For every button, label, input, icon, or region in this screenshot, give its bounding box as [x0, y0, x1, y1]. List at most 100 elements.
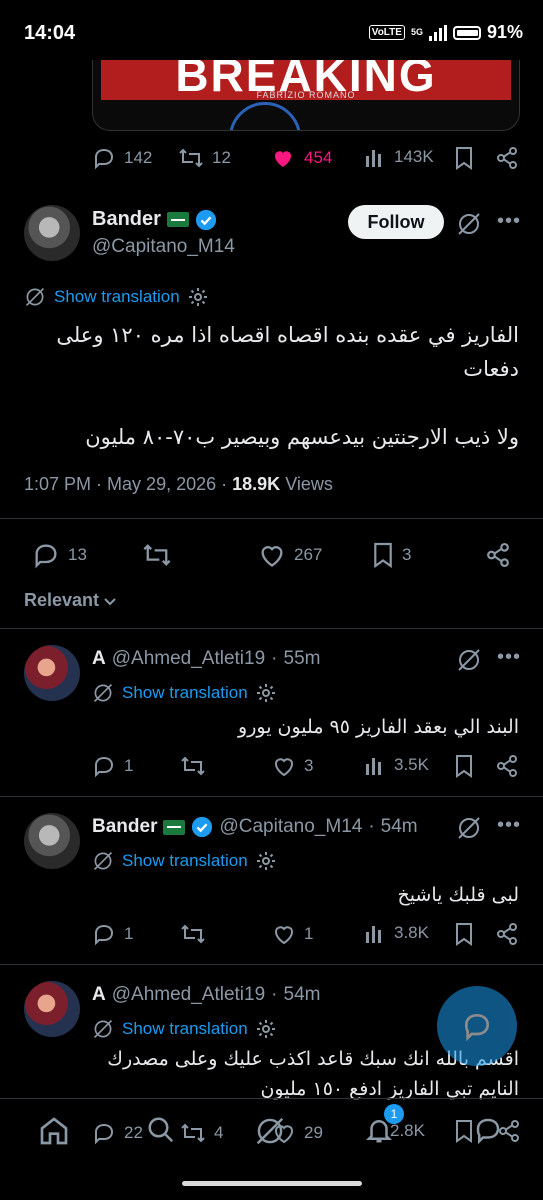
like-count: 454	[304, 148, 333, 167]
avatar[interactable]	[24, 205, 80, 261]
gear-icon[interactable]	[188, 287, 208, 307]
views-button[interactable]: 143K	[364, 146, 434, 168]
reply-count: 1	[124, 924, 134, 943]
show-translation-link[interactable]: Show translation	[122, 1019, 248, 1039]
views-button[interactable]: 3.8K	[364, 922, 429, 944]
reply-icon	[95, 756, 114, 778]
reply-count: 13	[68, 545, 87, 564]
repost-button[interactable]: 4	[180, 1121, 223, 1145]
more-options-icon[interactable]: •••	[497, 814, 521, 837]
bookmark-button[interactable]	[454, 146, 474, 170]
signal-icon	[428, 24, 447, 41]
views-count: 2.8K	[390, 1121, 425, 1140]
views-count: 143K	[394, 147, 434, 166]
tweet-views-count: 18.9K	[232, 474, 281, 494]
reply-button[interactable]: 1	[92, 922, 133, 946]
sort-dropdown[interactable]: Relevant	[24, 590, 117, 611]
show-translation-row[interactable]: Show translation	[92, 850, 276, 872]
show-translation-link[interactable]: Show translation	[122, 851, 248, 871]
like-button[interactable]: 454	[270, 146, 332, 170]
follow-button[interactable]: Follow	[348, 205, 444, 239]
share-button[interactable]	[496, 922, 518, 946]
compose-reply-button[interactable]	[437, 986, 517, 1066]
avatar[interactable]	[24, 813, 80, 869]
saudi-flag-icon	[163, 819, 186, 835]
tweet-text-line: دفعات	[463, 357, 519, 381]
more-options-icon[interactable]: •••	[497, 210, 521, 233]
status-bar: 14:04 VoLTE 5G 91%	[0, 0, 543, 60]
reply-button[interactable]: 1	[92, 754, 133, 778]
like-count: 3	[304, 756, 314, 775]
gear-icon[interactable]	[256, 851, 276, 871]
bookmark-icon[interactable]	[454, 1119, 474, 1143]
repost-icon	[179, 148, 203, 168]
share-button[interactable]	[496, 754, 518, 778]
reply-button[interactable]: 142	[92, 146, 152, 170]
home-indicator[interactable]	[182, 1181, 362, 1186]
gear-icon[interactable]	[256, 1019, 276, 1039]
bookmark-button[interactable]: 3	[372, 541, 411, 569]
reply-author[interactable]: A @Ahmed_Atleti19 · 55m	[92, 648, 320, 670]
author-handle[interactable]: @Capitano_M14	[92, 236, 235, 258]
reply-icon	[95, 148, 114, 170]
show-translation-link[interactable]: Show translation	[54, 287, 180, 307]
bookmark-button[interactable]	[454, 754, 474, 778]
like-button[interactable]: 3	[272, 754, 313, 778]
avatar[interactable]	[24, 645, 80, 701]
reply-author[interactable]: A @Ahmed_Atleti19 · 54m	[92, 984, 320, 1006]
reply-count: 22	[124, 1123, 143, 1142]
share-icon[interactable]	[498, 1119, 520, 1143]
bookmark-count: 3	[402, 545, 412, 564]
repost-button[interactable]	[142, 541, 172, 569]
like-button[interactable]: 1	[272, 922, 313, 946]
verified-badge-icon	[192, 816, 213, 838]
show-translation-row[interactable]: Show translation	[24, 286, 208, 308]
show-translation-row[interactable]: Show translation	[92, 1018, 276, 1040]
heart-icon	[275, 926, 293, 945]
reply-author[interactable]: Bander @Capitano_M14 · 54m	[92, 816, 418, 838]
divider	[0, 964, 543, 965]
reply-icon	[35, 544, 57, 569]
network-label: 5G	[410, 27, 423, 37]
reply-button[interactable]: 22	[92, 1121, 143, 1145]
show-translation-link[interactable]: Show translation	[122, 683, 248, 703]
show-translation-row[interactable]: Show translation	[92, 682, 276, 704]
status-icons: VoLTE 5G 91%	[368, 22, 523, 43]
repost-button[interactable]: 12	[178, 146, 231, 170]
author-name[interactable]: Bander	[92, 208, 217, 231]
grok-icon[interactable]	[456, 815, 482, 841]
battery-icon	[452, 25, 481, 40]
tweet-text-line: ولا ذيب الارجنتين بيدعسهم وبيصير ب٧٠-٨٠ …	[85, 425, 519, 449]
translate-icon	[93, 1019, 113, 1039]
heart-icon	[275, 758, 293, 777]
views-button[interactable]: 2.8K	[390, 1121, 425, 1141]
views-count: 3.8K	[394, 923, 429, 942]
share-button[interactable]	[496, 146, 518, 170]
gear-icon[interactable]	[256, 683, 276, 703]
more-options-icon[interactable]: •••	[497, 646, 521, 669]
avatar[interactable]	[24, 981, 80, 1037]
like-button[interactable]: 267	[258, 541, 322, 569]
media-card[interactable]: BREAKING FABRIZIO ROMANO	[92, 60, 520, 131]
grok-icon[interactable]	[456, 211, 482, 237]
dot-separator: ·	[368, 816, 375, 837]
bookmark-button[interactable]	[454, 922, 474, 946]
repost-icon	[181, 1123, 205, 1143]
analytics-icon	[366, 150, 381, 167]
search-icon[interactable]	[146, 1115, 176, 1145]
repost-button[interactable]	[180, 922, 206, 946]
repost-count: 4	[214, 1123, 224, 1142]
repost-icon	[181, 924, 205, 944]
reply-icon	[95, 1123, 114, 1145]
like-button[interactable]: 29	[272, 1121, 323, 1145]
reply-button[interactable]: 13	[32, 541, 87, 569]
chevron-down-icon	[104, 597, 116, 605]
share-button[interactable]	[486, 541, 510, 569]
grok-icon[interactable]	[456, 647, 482, 673]
translate-icon	[25, 287, 45, 307]
home-icon[interactable]	[38, 1115, 70, 1147]
repost-button[interactable]	[180, 754, 206, 778]
reply-time: 55m	[283, 648, 321, 669]
views-button[interactable]: 3.5K	[364, 754, 429, 776]
bookmark-icon	[456, 923, 472, 946]
